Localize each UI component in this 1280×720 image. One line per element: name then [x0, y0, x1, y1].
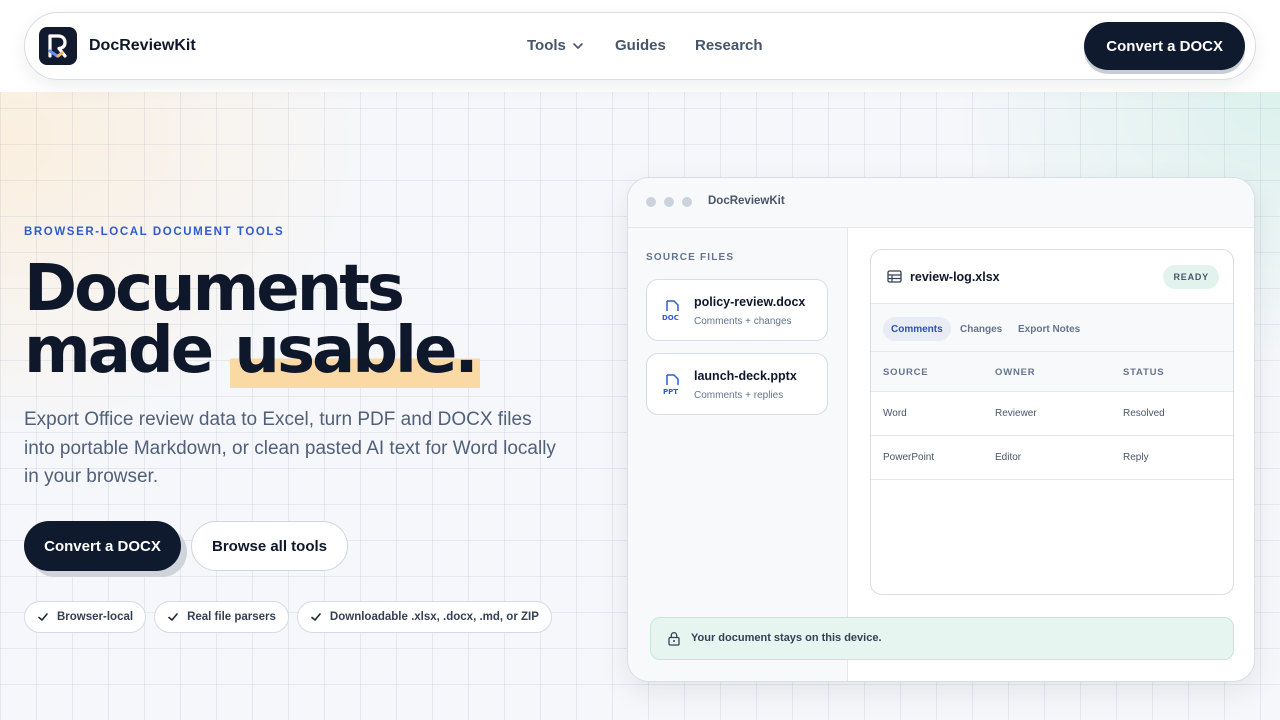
file-description: Comments + replies	[694, 390, 784, 401]
tab-comments[interactable]: Comments	[883, 317, 951, 341]
browse-tools-button[interactable]: Browse all tools	[191, 521, 348, 571]
privacy-note: Your document stays on this device.	[650, 617, 1234, 660]
feature-chip: Browser-local	[24, 601, 147, 633]
export-preview-panel: review-log.xlsx READY Comments Changes E…	[870, 249, 1234, 595]
source-files-label: SOURCE FILES	[646, 252, 735, 263]
window-dot	[646, 197, 656, 207]
check-icon	[38, 613, 48, 621]
window-title: DocReviewKit	[708, 195, 785, 207]
status-badge: READY	[1163, 265, 1219, 289]
lock-icon	[668, 631, 680, 646]
table-cell: Reviewer	[995, 408, 1037, 419]
column-header: SOURCE	[883, 367, 929, 378]
tab-export-notes[interactable]: Export Notes	[1010, 317, 1088, 341]
file-badge: PPT	[663, 388, 678, 396]
file-card-pptx[interactable]: PPT launch-deck.pptx Comments + replies	[646, 353, 828, 415]
file-description: Comments + changes	[694, 316, 792, 327]
docx-file-icon: DOC	[662, 300, 679, 322]
table-cell: Reply	[1123, 452, 1149, 463]
nav-tools[interactable]: Tools	[527, 37, 584, 54]
top-nav: DocReviewKit Tools Guides Research Conve…	[24, 12, 1256, 80]
output-file-name: review-log.xlsx	[910, 270, 1000, 284]
tab-changes[interactable]: Changes	[952, 317, 1010, 341]
feature-chip-label: Browser-local	[57, 611, 134, 623]
nav-tools-label: Tools	[527, 37, 566, 54]
file-card-docx[interactable]: DOC policy-review.docx Comments + change…	[646, 279, 828, 341]
window-dot	[664, 197, 674, 207]
table-cell: Word	[883, 408, 907, 419]
hero-eyebrow: BROWSER-LOCAL DOCUMENT TOOLS	[24, 226, 285, 238]
table-cell: PowerPoint	[883, 452, 935, 463]
privacy-note-text: Your document stays on this device.	[691, 632, 882, 644]
panel-header: review-log.xlsx READY	[871, 250, 1233, 304]
window-titlebar: DocReviewKit	[628, 178, 1254, 228]
spreadsheet-icon	[887, 270, 902, 283]
nav-guides[interactable]: Guides	[615, 37, 666, 54]
feature-chips: Browser-local Real file parsers Download…	[24, 601, 552, 633]
hero-title-line-2: made usable.	[24, 314, 480, 388]
source-files-sidebar: SOURCE FILES DOC policy-review.docx Comm…	[628, 228, 848, 681]
nav-research[interactable]: Research	[695, 37, 763, 54]
hero-title: Documents made usable.	[24, 252, 480, 388]
feature-chip: Downloadable .xlsx, .docx, .md, or ZIP	[296, 601, 552, 633]
table-cell: Resolved	[1123, 408, 1165, 419]
feature-chip-label: Downloadable .xlsx, .docx, .md, or ZIP	[329, 611, 539, 623]
logo-icon[interactable]	[39, 27, 77, 65]
feature-chip: Real file parsers	[154, 601, 289, 633]
column-header: STATUS	[1123, 367, 1165, 378]
convert-docx-button[interactable]: Convert a DOCX	[24, 521, 181, 571]
window-dot	[682, 197, 692, 207]
chevron-down-icon	[573, 42, 583, 49]
pptx-file-icon: PPT	[663, 374, 679, 396]
file-name: policy-review.docx	[694, 295, 806, 309]
check-icon	[311, 613, 321, 621]
hero-description: Export Office review data to Excel, turn…	[24, 409, 556, 487]
file-badge: DOC	[662, 314, 679, 322]
hero-title-line-1: Documents	[24, 252, 405, 326]
panel-tabs: Comments Changes Export Notes	[871, 304, 1233, 352]
column-header: OWNER	[995, 367, 1036, 378]
check-icon	[168, 613, 178, 621]
table-header: SOURCE OWNER STATUS	[871, 352, 1233, 392]
table-cell: Editor	[995, 452, 1022, 463]
app-preview-window: DocReviewKit SOURCE FILES DOC policy-rev…	[627, 177, 1255, 682]
table-row: PowerPoint Editor Reply	[871, 436, 1233, 480]
feature-chip-label: Real file parsers	[187, 611, 276, 623]
nav-convert-button[interactable]: Convert a DOCX	[1084, 22, 1245, 70]
table-row: Word Reviewer Resolved	[871, 392, 1233, 436]
hero-title-plain: made	[24, 314, 231, 388]
hero-title-highlight: usable.	[230, 314, 480, 388]
brand-name[interactable]: DocReviewKit	[89, 37, 196, 55]
file-name: launch-deck.pptx	[694, 369, 797, 383]
